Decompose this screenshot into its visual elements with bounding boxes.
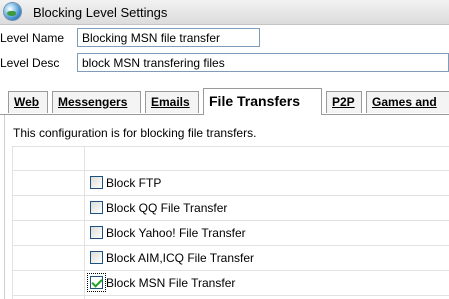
tab-file-transfers[interactable]: File Transfers: [203, 88, 322, 115]
divider: [12, 270, 449, 271]
divider: [12, 170, 449, 171]
divider: [12, 245, 449, 246]
divider: [12, 195, 449, 196]
info-text: This configuration is for blocking file …: [13, 126, 257, 140]
tab-games[interactable]: Games and: [366, 91, 449, 113]
column-divider: [12, 146, 13, 299]
checkbox[interactable]: [90, 226, 103, 239]
divider: [12, 220, 449, 221]
tab-web[interactable]: Web: [8, 91, 48, 113]
window-title: Blocking Level Settings: [33, 5, 168, 20]
option-label: Block FTP: [106, 176, 162, 190]
option-label: Block AIM,ICQ File Transfer: [106, 251, 255, 265]
checkbox-checked[interactable]: [90, 276, 103, 289]
tab-p2p[interactable]: P2P: [326, 91, 362, 113]
checkbox[interactable]: [90, 201, 103, 214]
tab-strip: Web Messengers Emails File Transfers P2P…: [0, 86, 449, 115]
divider: [12, 146, 449, 147]
option-label: Block MSN File Transfer: [106, 276, 236, 290]
tab-messengers[interactable]: Messengers: [52, 91, 141, 113]
level-desc-input[interactable]: [77, 53, 449, 72]
checkbox[interactable]: [90, 176, 103, 189]
divider: [12, 295, 449, 296]
tab-emails[interactable]: Emails: [145, 91, 199, 113]
checkbox[interactable]: [90, 251, 103, 264]
level-desc-label: Level Desc: [0, 56, 60, 70]
level-name-input[interactable]: [77, 28, 260, 47]
option-label: Block QQ File Transfer: [106, 201, 228, 215]
title-bar: Blocking Level Settings: [0, 0, 449, 25]
column-divider: [84, 146, 85, 299]
level-name-label: Level Name: [0, 31, 65, 45]
globe-icon: [4, 3, 21, 20]
option-label: Block Yahoo! File Transfer: [106, 226, 246, 240]
